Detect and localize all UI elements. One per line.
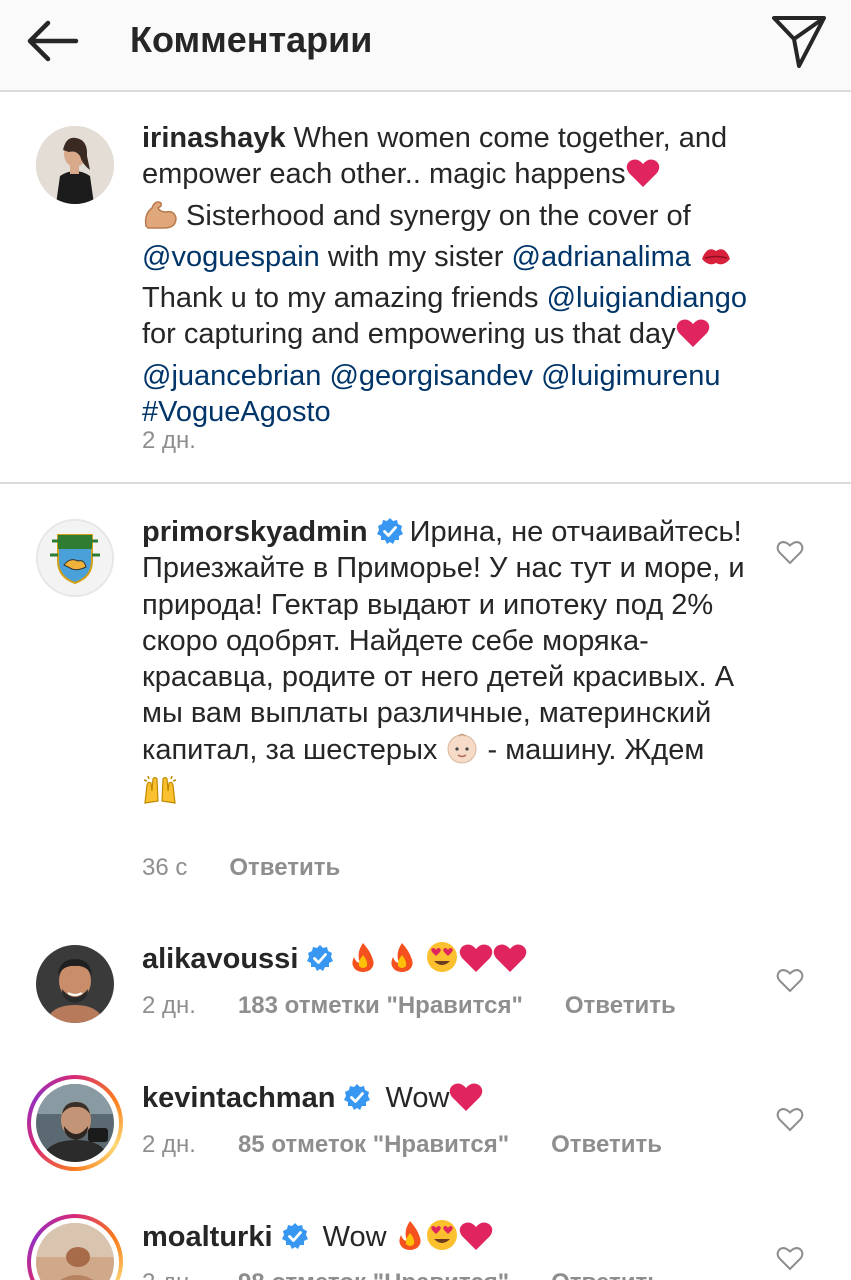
like-comment-button[interactable] xyxy=(776,1245,804,1271)
comment-meta: 2 дн. 183 отметки "Нравится" Ответить xyxy=(142,991,676,1021)
comment-timestamp: 2 дн. xyxy=(142,992,196,1019)
fire-icon xyxy=(395,1219,425,1260)
avatar-moalturki[interactable] xyxy=(27,1214,123,1280)
verified-badge-icon xyxy=(281,1222,309,1250)
baby-icon xyxy=(445,732,479,773)
comment-meta: 36 с Ответить xyxy=(142,853,340,883)
comment-username[interactable]: moalturki xyxy=(142,1221,273,1253)
comment-meta: 2 дн. 98 отметок "Нравится" Ответить xyxy=(142,1268,662,1280)
comment-primorskyadmin: primorskyadmin Ирина, не отчаивайтесь! Пр… xyxy=(142,514,762,814)
likes-count[interactable]: 183 отметки "Нравится" xyxy=(238,992,523,1019)
comment-meta: 2 дн. 85 отметок "Нравится" Ответить xyxy=(142,1130,662,1160)
red-heart-icon xyxy=(493,943,527,982)
reply-button[interactable]: Ответить xyxy=(229,854,340,881)
mention-luigiandiango[interactable]: @luigiandiango xyxy=(547,282,747,314)
heart-outline-icon xyxy=(776,1108,804,1132)
mention-voguespain[interactable]: @voguespain xyxy=(142,241,320,273)
back-button[interactable] xyxy=(22,16,82,66)
mention-luigimurenu[interactable]: @luigimurenu xyxy=(541,360,720,392)
caption-timestamp: 2 дн. xyxy=(142,427,196,454)
mention-adrianalima[interactable]: @adrianalima xyxy=(512,241,691,273)
paper-plane-icon xyxy=(772,16,826,68)
reply-button[interactable]: Ответить xyxy=(551,1269,662,1280)
like-comment-button[interactable] xyxy=(776,967,804,993)
likes-count[interactable]: 85 отметок "Нравится" xyxy=(238,1131,509,1158)
page-title: Комментарии xyxy=(130,19,373,60)
share-button[interactable] xyxy=(770,12,828,70)
hashtag-vogueagosto[interactable]: #VogueAgosto xyxy=(142,396,331,428)
comment-username[interactable]: primorskyadmin xyxy=(142,516,368,548)
comment-kevintachman: kevintachman Wow xyxy=(142,1080,762,1121)
verified-badge-icon xyxy=(376,517,404,545)
reply-button[interactable]: Ответить xyxy=(565,992,676,1019)
comment-username[interactable]: kevintachman xyxy=(142,1082,335,1114)
red-heart-icon xyxy=(459,1221,493,1260)
avatar-primorskyadmin[interactable] xyxy=(36,519,114,597)
likes-count[interactable]: 98 отметок "Нравится" xyxy=(238,1269,509,1280)
fire-icon xyxy=(387,941,417,982)
comment-timestamp: 36 с xyxy=(142,854,188,881)
arrow-left-icon xyxy=(27,20,79,62)
heart-eyes-icon xyxy=(425,1219,459,1260)
mention-georgisandev[interactable]: @georgisandev xyxy=(329,360,533,392)
comment-alikavoussi: alikavoussi xyxy=(142,941,762,982)
fire-icon xyxy=(348,941,378,982)
flexed-biceps-icon xyxy=(142,198,178,239)
kiss-mark-icon xyxy=(699,241,733,280)
avatar-kevintachman[interactable] xyxy=(27,1075,123,1171)
comment-timestamp: 2 дн. xyxy=(142,1131,196,1158)
avatar-irinashayk[interactable] xyxy=(36,126,114,204)
red-heart-icon xyxy=(626,158,660,197)
reply-button[interactable]: Ответить xyxy=(551,1131,662,1158)
caption-username[interactable]: irinashayk xyxy=(142,122,285,154)
top-bar: Комментарии xyxy=(0,0,851,92)
like-comment-button[interactable] xyxy=(776,1106,804,1132)
avatar-alikavoussi[interactable] xyxy=(36,945,114,1023)
post-caption: irinashayk When women come together, and… xyxy=(142,122,747,429)
like-comment-button[interactable] xyxy=(776,539,804,565)
verified-badge-icon xyxy=(343,1083,371,1111)
heart-eyes-icon xyxy=(425,941,459,982)
red-heart-icon xyxy=(459,943,493,982)
caption-divider xyxy=(0,482,851,484)
red-heart-icon xyxy=(449,1082,483,1121)
raising-hands-icon xyxy=(142,773,178,814)
comment-moalturki: moalturki Wow xyxy=(142,1219,762,1260)
comment-username[interactable]: alikavoussi xyxy=(142,943,298,975)
mention-juancebrian[interactable]: @juancebrian xyxy=(142,360,321,392)
heart-outline-icon xyxy=(776,1247,804,1271)
comment-timestamp: 2 дн. xyxy=(142,1269,196,1280)
verified-badge-icon xyxy=(306,944,334,972)
heart-outline-icon xyxy=(776,541,804,565)
heart-outline-icon xyxy=(776,969,804,993)
red-heart-icon xyxy=(676,318,710,357)
